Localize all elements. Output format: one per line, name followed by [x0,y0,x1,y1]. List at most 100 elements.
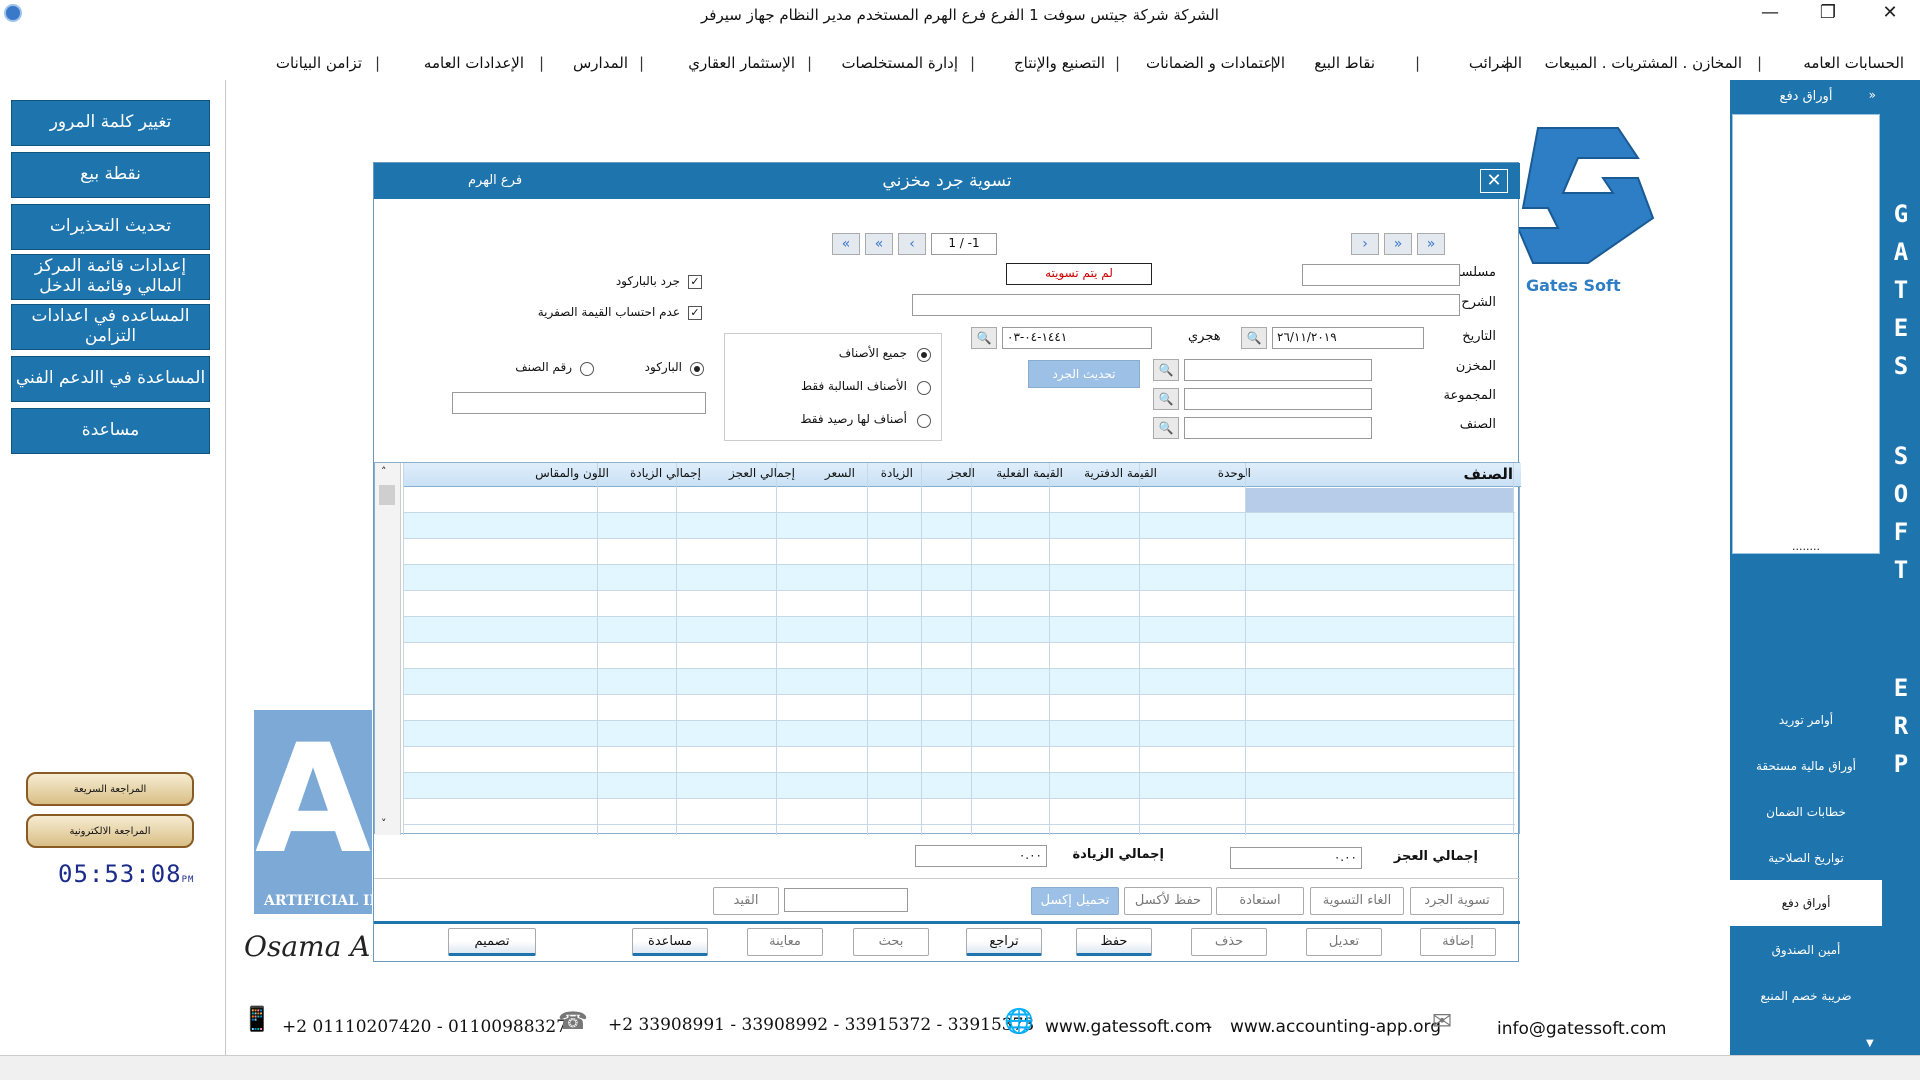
table-row[interactable] [403,565,1515,591]
barcode-input[interactable] [452,392,706,414]
description-input[interactable] [912,294,1460,316]
search-by-barcode-radio[interactable] [690,362,704,376]
search-by-item-no-radio[interactable] [580,362,594,376]
electronic-review-button[interactable]: المراجعة الالكترونية [26,814,194,848]
zero-value-checkbox[interactable]: ✓ [688,306,702,320]
menu-schools[interactable]: المدارس [573,54,628,72]
group-input[interactable] [1184,388,1372,410]
store-search-icon[interactable]: 🔍 [1153,359,1179,381]
item-input[interactable] [1184,417,1372,439]
minimize-button[interactable]: — [1750,2,1790,23]
table-row[interactable] [403,721,1515,747]
change-password-button[interactable]: تغيير كلمة المرور [11,100,210,146]
load-excel-button[interactable]: تحميل إكسل [1031,887,1119,915]
add-button[interactable]: إضافة [1420,928,1496,956]
restore-button[interactable]: استعادة [1216,887,1304,915]
update-count-button[interactable]: تحديث الجرد [1028,360,1140,388]
nav-next-button[interactable]: › [1351,233,1379,255]
sync-settings-help-button[interactable]: المساعده في اعدادات التزامن [11,304,210,350]
nav-last-alt-button[interactable]: » [1384,233,1412,255]
help-button[interactable]: مساعدة [11,408,210,454]
menu-real-estate[interactable]: الإستثمار العقاري [688,54,795,72]
chevron-right-icon[interactable]: » [1869,88,1876,102]
col-total-surplus[interactable]: إجمالي الزيادة [630,466,701,480]
sidebar-item-guarantee-letters[interactable]: خطابات الضمان [1730,798,1882,826]
table-row[interactable] [403,617,1515,643]
delete-button[interactable]: حذف [1191,928,1267,956]
email-link[interactable]: info@gatessoft.com [1497,1019,1666,1039]
col-total-deficit[interactable]: إجمالي العجز [729,466,795,480]
website-link-2[interactable]: www.accounting-app.org [1230,1017,1441,1037]
website-link[interactable]: www.gatessoft.com [1045,1017,1211,1037]
entry-button[interactable]: القيد [713,887,779,915]
table-row[interactable] [403,747,1515,773]
menu-taxes[interactable]: الضرائب [1469,54,1522,72]
col-book-value[interactable]: القيمة الدفترية [1084,466,1157,480]
sidebar-item-due-papers[interactable]: أوراق مالية مستحقة [1730,752,1882,780]
menu-inventory[interactable]: المخازن . المشتريات . المبيعات [1545,54,1742,72]
nav-last-button[interactable]: » [1417,233,1445,255]
refresh-warnings-button[interactable]: تحديث التحذيرات [11,204,210,250]
hijri-date-input[interactable]: ١٤٤١-٠٤-٠٣ [1002,327,1152,349]
table-row[interactable] [403,669,1515,695]
help-dialog-button[interactable]: مساعدة [632,928,708,956]
menu-extracts[interactable]: إدارة المستخلصات [841,54,958,72]
table-row[interactable] [403,591,1515,617]
nav-prev-alt-button[interactable]: « [865,233,893,255]
menu-general-settings[interactable]: الإعدادات العامه [424,54,524,72]
settle-count-button[interactable]: تسوية الجرد [1410,887,1504,915]
barcode-count-checkbox[interactable]: ✓ [688,275,702,289]
grid-scrollbar[interactable]: ˄ ˅ [375,463,401,835]
menu-data-sync[interactable]: تزامن البيانات [276,54,362,72]
table-row[interactable] [403,643,1515,669]
date-input[interactable]: ٢٦/١١/٢٠١٩ [1272,327,1424,349]
pos-button[interactable]: نقطة بيع [11,152,210,198]
group-search-icon[interactable]: 🔍 [1153,388,1179,410]
close-icon[interactable]: ✕ [1480,169,1508,193]
col-price[interactable]: السعر [825,466,855,480]
scroll-down-icon[interactable]: ▼ [1866,1038,1874,1049]
sidebar-item-expiry-dates[interactable]: تواريخ الصلاحية [1730,844,1882,872]
scroll-thumb[interactable] [379,485,395,505]
scope-all-radio[interactable] [917,348,931,362]
col-item[interactable]: الصنف [1463,465,1513,483]
right-panel-header[interactable]: أوراق دفع » [1730,80,1882,112]
scroll-up-icon[interactable]: ˄ [381,465,387,478]
sidebar-item-payment-papers[interactable]: أوراق دفع [1730,880,1882,926]
restore-button[interactable]: ❐ [1808,2,1848,23]
col-actual-value[interactable]: القيمة الفعلية [996,466,1063,480]
preview-button[interactable]: معاينة [747,928,823,956]
store-input[interactable] [1184,359,1372,381]
quick-review-button[interactable]: المراجعة السريعة [26,772,194,806]
hijri-picker-icon[interactable]: 🔍 [971,327,997,349]
design-button[interactable]: تصميم [448,928,536,956]
menu-general-accounts[interactable]: الحسابات العامه [1803,54,1904,72]
tech-support-help-button[interactable]: المساعدة في االدعم الفني [11,356,210,402]
save-to-excel-button[interactable]: حفظ لأكسل [1124,887,1212,915]
grid-selected-cell[interactable] [1245,488,1513,512]
sidebar-item-cashier[interactable]: أمين الصندوق [1730,936,1882,964]
table-row[interactable] [403,539,1515,565]
cancel-settlement-button[interactable]: الغاء التسوية [1310,887,1404,915]
table-row[interactable] [403,773,1515,799]
entry-input[interactable] [784,888,908,912]
nav-first-button[interactable]: « [832,233,860,255]
col-unit[interactable]: الوحدة [1218,466,1251,480]
item-search-icon[interactable]: 🔍 [1153,417,1179,439]
save-button[interactable]: حفظ [1076,928,1152,956]
close-window-button[interactable]: ✕ [1870,2,1910,23]
table-row[interactable] [403,799,1515,825]
undo-button[interactable]: تراجع [966,928,1042,956]
sidebar-item-supply-orders[interactable]: أوامر توريد [1730,706,1882,734]
scope-negative-radio[interactable] [917,381,931,395]
sidebar-item-withholding-tax[interactable]: ضريبة خصم المنبع [1730,982,1882,1010]
nav-prev-button[interactable]: ‹ [898,233,926,255]
table-row[interactable] [403,695,1515,721]
menu-pos[interactable]: نقاط البيع [1314,54,1375,72]
inventory-grid[interactable]: ˄ ˅ الصنف الوحدة القيمة الدفترية القيمة … [374,462,1521,835]
menu-manufacturing[interactable]: التصنيع والإنتاج [1014,54,1105,72]
scope-balance-radio[interactable] [917,414,931,428]
menu-credits-guarantees[interactable]: الاعتمادات و الضمانات [1146,54,1285,72]
date-picker-icon[interactable]: 🔍 [1241,327,1267,349]
table-row[interactable] [403,513,1515,539]
